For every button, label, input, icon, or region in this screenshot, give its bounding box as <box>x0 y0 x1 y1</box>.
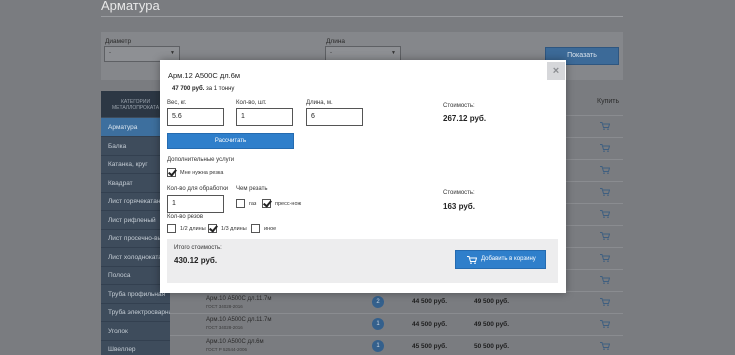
cart-icon[interactable] <box>600 254 610 262</box>
modal-title: Арм.12 А500С дл.6м <box>168 71 241 80</box>
sidebar-item-truba-electro[interactable]: Труба электросварная <box>101 303 170 322</box>
row-divider <box>170 335 623 336</box>
process-qty-input[interactable]: 1 <box>167 195 224 213</box>
cut-cost-label: Стоимость: <box>443 190 475 196</box>
cuts-count-label: Кол-во резов <box>167 214 204 220</box>
product-price-alt: 49 500 руб. <box>474 298 510 305</box>
diameter-select-value: - <box>109 50 111 56</box>
gas-label: газ <box>249 201 257 207</box>
product-name[interactable]: Арм.10 А500С дл.11.7м <box>206 317 272 323</box>
product-name[interactable]: Арм.10 А500С дл.6м <box>206 339 264 345</box>
chevron-down-icon: ▼ <box>391 50 396 56</box>
cost-label: Стоимость: <box>443 103 475 109</box>
length-input[interactable]: 6 <box>306 108 363 126</box>
product-price-alt: 50 500 руб. <box>474 343 510 350</box>
process-qty-label: Кол-во для обработки <box>167 186 229 192</box>
cart-icon[interactable] <box>600 122 610 130</box>
diameter-label: Диаметр <box>105 38 132 45</box>
cut-cost-value: 163 руб. <box>443 202 475 211</box>
cost-value: 267.12 руб. <box>443 114 487 123</box>
product-price-ton: 45 500 руб. <box>412 343 448 350</box>
weight-input[interactable]: 5.6 <box>167 108 224 126</box>
modal-price-unit: за 1 тонну <box>206 86 235 92</box>
third-length-label: 1/3 длины <box>221 226 247 232</box>
cart-icon[interactable] <box>600 342 610 350</box>
product-gost: ГОСТ Р 52544-2006 <box>206 347 248 352</box>
product-name[interactable]: Арм.10 А500С дл.11.7м <box>206 296 272 302</box>
cart-icon[interactable] <box>600 144 610 152</box>
cart-icon[interactable] <box>600 210 610 218</box>
other-checkbox[interactable] <box>251 224 260 233</box>
chevron-down-icon: ▼ <box>170 50 175 56</box>
length-field-label: Длина, м. <box>306 100 333 106</box>
product-price-ton: 44 500 руб. <box>412 298 448 305</box>
product-count-badge: 1 <box>372 340 384 352</box>
product-count-badge: 2 <box>372 296 384 308</box>
add-to-cart-button[interactable]: Добавить в корзину <box>455 250 546 269</box>
close-icon[interactable]: × <box>547 62 565 80</box>
total-value: 430.12 руб. <box>174 256 218 265</box>
cart-icon[interactable] <box>600 166 610 174</box>
third-length-checkbox[interactable] <box>208 224 217 233</box>
add-to-cart-label: Добавить в корзину <box>481 256 536 262</box>
quantity-label: Кол-во, шт. <box>236 100 267 106</box>
cart-icon[interactable] <box>600 276 610 284</box>
other-label: иное <box>264 226 277 232</box>
sidebar-item-shveller[interactable]: Швеллер <box>101 340 170 355</box>
cut-needed-checkbox[interactable] <box>167 168 176 177</box>
product-price-alt: 49 500 руб. <box>474 321 510 328</box>
half-length-checkbox[interactable] <box>167 224 176 233</box>
press-knife-checkbox[interactable] <box>262 199 271 208</box>
half-length-label: 1/2 длины <box>180 226 206 232</box>
total-label: Итого стоимость: <box>174 245 222 251</box>
length-select-value: - <box>330 50 332 56</box>
product-price-ton: 44 500 руб. <box>412 321 448 328</box>
page-title: Арматура <box>101 0 160 13</box>
product-gost: ГОСТ 34028-2016 <box>206 325 243 330</box>
buy-column-header: Купить <box>597 98 620 105</box>
product-gost: ГОСТ 34028-2016 <box>206 304 243 309</box>
cart-icon[interactable] <box>600 320 610 328</box>
weight-label: Вес, кг. <box>167 100 187 106</box>
cart-icon[interactable] <box>600 298 610 306</box>
cart-icon <box>467 256 477 264</box>
product-count-badge: 1 <box>372 318 384 330</box>
cut-with-label: Чем резать <box>236 186 268 192</box>
cart-icon[interactable] <box>600 188 610 196</box>
title-divider <box>101 16 623 17</box>
sidebar-item-ugolok[interactable]: Уголок <box>101 322 170 341</box>
row-divider <box>170 313 623 314</box>
calculate-button[interactable]: Рассчитать <box>167 133 294 149</box>
gas-checkbox[interactable] <box>236 199 245 208</box>
extra-services-label: Дополнительные услуги <box>167 157 235 163</box>
quantity-input[interactable]: 1 <box>236 108 293 126</box>
cut-needed-label: Мне нужна резка <box>180 170 224 176</box>
modal-price-value: 47 700 руб. <box>172 86 205 92</box>
modal-price: 47 700 руб. за 1 тонну <box>172 86 234 92</box>
length-label: Длина <box>326 38 346 45</box>
press-knife-label: пресс-нож <box>275 201 302 207</box>
cart-icon[interactable] <box>600 232 610 240</box>
